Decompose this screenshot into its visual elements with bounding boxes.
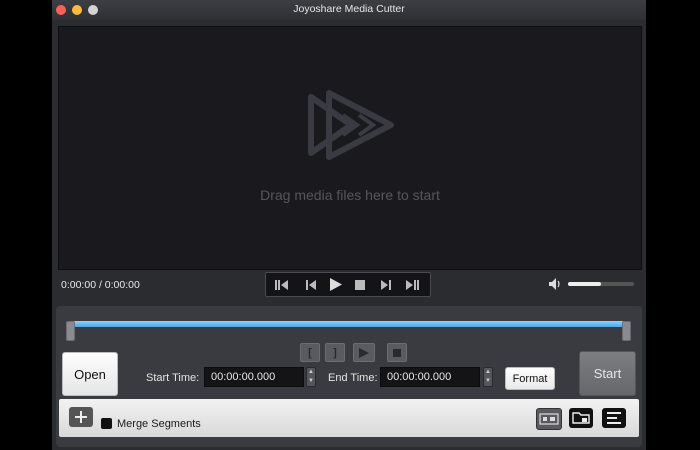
start-time-input[interactable] xyxy=(204,367,304,387)
add-segment-button[interactable] xyxy=(69,407,93,427)
edit-button[interactable] xyxy=(536,408,562,430)
play-segment-button[interactable] xyxy=(353,343,375,362)
end-time-stepper[interactable]: ▲ ▼ xyxy=(483,367,493,387)
trim-start-handle[interactable] xyxy=(66,321,75,341)
merge-segments-checkbox[interactable] xyxy=(101,418,112,429)
open-button[interactable]: Open xyxy=(62,352,118,396)
add-icon xyxy=(75,411,87,423)
stop-segment-button[interactable] xyxy=(387,343,407,362)
folder-icon xyxy=(572,412,590,424)
mark-out-button[interactable]: ] xyxy=(325,343,345,362)
start-time-label: Start Time: xyxy=(146,372,200,384)
bottom-toolbar: Merge Segments xyxy=(59,399,639,437)
edit-icon xyxy=(539,413,559,425)
merge-segments-label: Merge Segments xyxy=(117,418,201,430)
output-folder-button[interactable] xyxy=(569,408,593,428)
mark-in-button[interactable]: [ xyxy=(300,343,320,362)
start-button[interactable]: Start xyxy=(579,351,636,396)
start-time-stepper[interactable]: ▲ ▼ xyxy=(306,367,316,387)
task-list-button[interactable] xyxy=(602,408,626,428)
editing-controls: [ ] Open Start Time: ▲▼ End Time: ▲▼ For… xyxy=(52,0,646,450)
play-segment-icon xyxy=(359,347,369,358)
format-button[interactable]: Format xyxy=(505,367,555,390)
end-time-label: End Time: xyxy=(328,372,378,384)
list-icon xyxy=(607,412,621,424)
trim-end-handle[interactable] xyxy=(622,321,631,341)
timeline-track[interactable] xyxy=(68,321,628,327)
stop-segment-icon xyxy=(393,348,401,357)
end-time-input[interactable] xyxy=(380,367,480,387)
